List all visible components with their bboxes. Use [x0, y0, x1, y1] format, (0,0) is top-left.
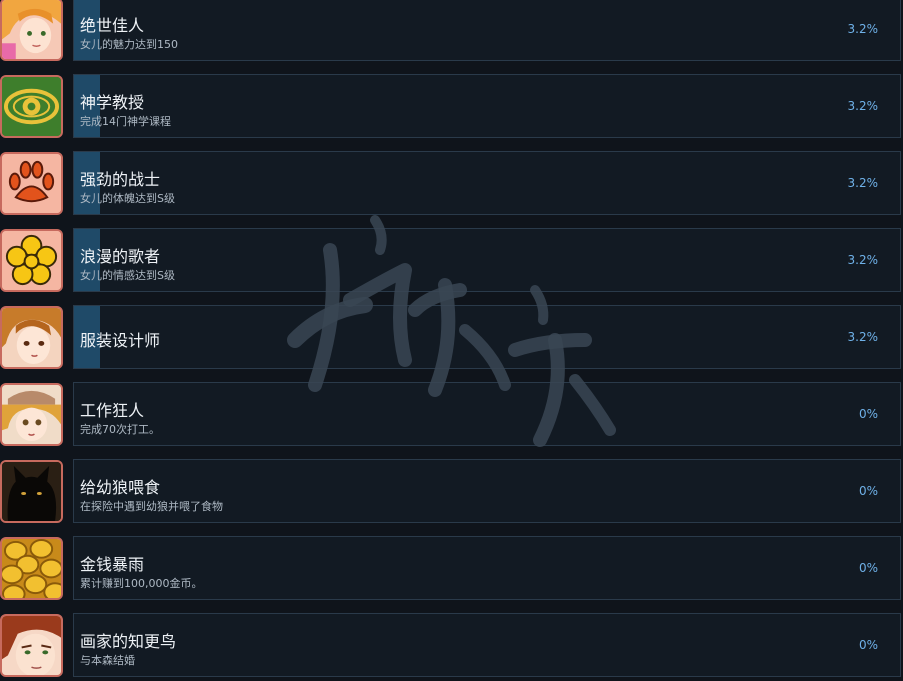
- achievement-description: 女儿的体魄达到S级: [80, 192, 175, 205]
- achievement-icon: [0, 383, 63, 446]
- achievement-card: 强劲的战士 女儿的体魄达到S级 3.2%: [73, 151, 901, 215]
- achievement-title: 浪漫的歌者: [80, 247, 161, 266]
- achievement-row[interactable]: 浪漫的歌者 女儿的情感达到S级 3.2%: [0, 228, 903, 294]
- achievement-card: 工作狂人 完成70次打工。 0%: [73, 382, 901, 446]
- achievement-row[interactable]: 工作狂人 完成70次打工。 0%: [0, 382, 903, 448]
- blonde-girl-icon: [2, 0, 61, 59]
- achievement-icon: [0, 229, 63, 292]
- unlock-percentage: 0%: [858, 561, 878, 575]
- achievement-title: 工作狂人: [80, 401, 145, 420]
- achievement-title: 画家的知更鸟: [80, 632, 177, 651]
- achievement-row[interactable]: 强劲的战士 女儿的体魄达到S级 3.2%: [0, 151, 903, 217]
- achievement-card: 神学教授 完成14门神学课程 3.2%: [73, 74, 901, 138]
- unlock-percentage: 0%: [858, 638, 878, 652]
- achievement-row[interactable]: 绝世佳人 女儿的魅力达到150 3.2%: [0, 0, 903, 63]
- achievement-card: 画家的知更鸟 与本森结婚 0%: [73, 613, 901, 677]
- achievement-description: 累计赚到100,000金币。: [80, 577, 203, 590]
- redhead-man-icon: [2, 616, 61, 675]
- unlock-percentage: 3.2%: [847, 253, 879, 267]
- achievement-description: 完成14门神学课程: [80, 115, 171, 128]
- achievement-description: 与本森结婚: [80, 654, 135, 667]
- paw-icon: [2, 154, 61, 213]
- achievement-description: 女儿的情感达到S级: [80, 269, 175, 282]
- achievement-card: 绝世佳人 女儿的魅力达到150 3.2%: [73, 0, 901, 61]
- achievement-icon: [0, 0, 63, 61]
- achievement-title: 服装设计师: [80, 331, 161, 350]
- unlock-percentage: 3.2%: [847, 330, 879, 344]
- achievement-row[interactable]: 金钱暴雨 累计赚到100,000金币。 0%: [0, 536, 903, 602]
- achievement-icon: [0, 152, 63, 215]
- achievement-icon: [0, 75, 63, 138]
- gold-coins-icon: [2, 539, 61, 598]
- unlock-percentage: 3.2%: [847, 22, 879, 36]
- achievement-title: 金钱暴雨: [80, 555, 145, 574]
- unlock-percentage: 3.2%: [847, 99, 879, 113]
- unlock-percentage: 0%: [858, 484, 878, 498]
- unlock-percentage: 0%: [858, 407, 878, 421]
- achievement-icon: [0, 614, 63, 677]
- achievement-card: 服装设计师 3.2%: [73, 305, 901, 369]
- black-wolf-icon: [2, 462, 61, 521]
- achievement-title: 给幼狼喂食: [80, 478, 161, 497]
- girl-hair-bun-icon: [2, 308, 61, 367]
- achievement-title: 神学教授: [80, 93, 145, 112]
- achievement-icon: [0, 306, 63, 369]
- achievement-description: 完成70次打工。: [80, 423, 160, 436]
- achievement-title: 强劲的战士: [80, 170, 161, 189]
- achievement-row[interactable]: 服装设计师 3.2%: [0, 305, 903, 371]
- achievement-description: 在探险中遇到幼狼并喂了食物: [80, 500, 223, 513]
- unlock-percentage: 3.2%: [847, 176, 879, 190]
- achievement-description: 女儿的魅力达到150: [80, 38, 178, 51]
- achievement-icon: [0, 460, 63, 523]
- achievement-row[interactable]: 给幼狼喂食 在探险中遇到幼狼并喂了食物 0%: [0, 459, 903, 525]
- achievement-card: 浪漫的歌者 女儿的情感达到S级 3.2%: [73, 228, 901, 292]
- achievement-row[interactable]: 神学教授 完成14门神学课程 3.2%: [0, 74, 903, 140]
- flower-icon: [2, 231, 61, 290]
- eye-icon: [2, 77, 61, 136]
- achievement-card: 金钱暴雨 累计赚到100,000金币。 0%: [73, 536, 901, 600]
- achievement-title: 绝世佳人: [80, 16, 145, 35]
- achievement-icon: [0, 537, 63, 600]
- achievement-row[interactable]: 画家的知更鸟 与本森结婚 0%: [0, 613, 903, 679]
- girl-cap-icon: [2, 385, 61, 444]
- achievement-card: 给幼狼喂食 在探险中遇到幼狼并喂了食物 0%: [73, 459, 901, 523]
